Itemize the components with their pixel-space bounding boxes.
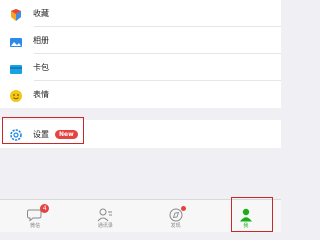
discover-icon <box>168 206 186 222</box>
me-icon <box>238 207 254 222</box>
sticker-icon <box>9 88 23 102</box>
menu-item-label: 卡包 <box>33 63 49 72</box>
menu-item-album[interactable]: 相册 <box>0 27 281 54</box>
tab-me[interactable]: 我 <box>211 200 281 232</box>
settings-icon <box>9 127 23 141</box>
card-wallet-icon <box>9 61 23 75</box>
tab-discover[interactable]: 发现 <box>141 200 211 232</box>
menu-item-favorites[interactable]: 收藏 <box>0 0 281 27</box>
chat-icon: 4 <box>27 204 50 222</box>
tab-label: 微信 <box>30 223 41 229</box>
bottom-tab-bar: 4 微信 通讯录 发现 我 <box>0 199 281 232</box>
album-icon <box>9 34 23 48</box>
menu-item-label: 相册 <box>33 36 49 45</box>
unread-count-badge: 4 <box>40 204 50 213</box>
notification-dot <box>180 206 186 211</box>
menu-item-label: 表情 <box>33 90 49 99</box>
tab-contacts[interactable]: 通讯录 <box>70 200 140 232</box>
favorites-icon <box>9 7 23 21</box>
new-badge: New <box>55 129 78 139</box>
tab-label: 通讯录 <box>97 223 113 229</box>
menu-item-card-wallet[interactable]: 卡包 <box>0 54 281 81</box>
menu-item-settings[interactable]: 设置 New <box>0 120 281 148</box>
settings-label: 设置 <box>33 129 49 139</box>
contacts-icon <box>97 207 113 222</box>
tab-label: 我 <box>243 223 249 229</box>
tab-label: 发现 <box>170 223 181 229</box>
menu-list: 收藏 相册 卡包 表情 <box>0 0 281 108</box>
section-gap <box>0 108 281 120</box>
tab-chats[interactable]: 4 微信 <box>0 200 70 232</box>
menu-item-stickers[interactable]: 表情 <box>0 81 281 108</box>
menu-item-label: 收藏 <box>33 9 49 18</box>
